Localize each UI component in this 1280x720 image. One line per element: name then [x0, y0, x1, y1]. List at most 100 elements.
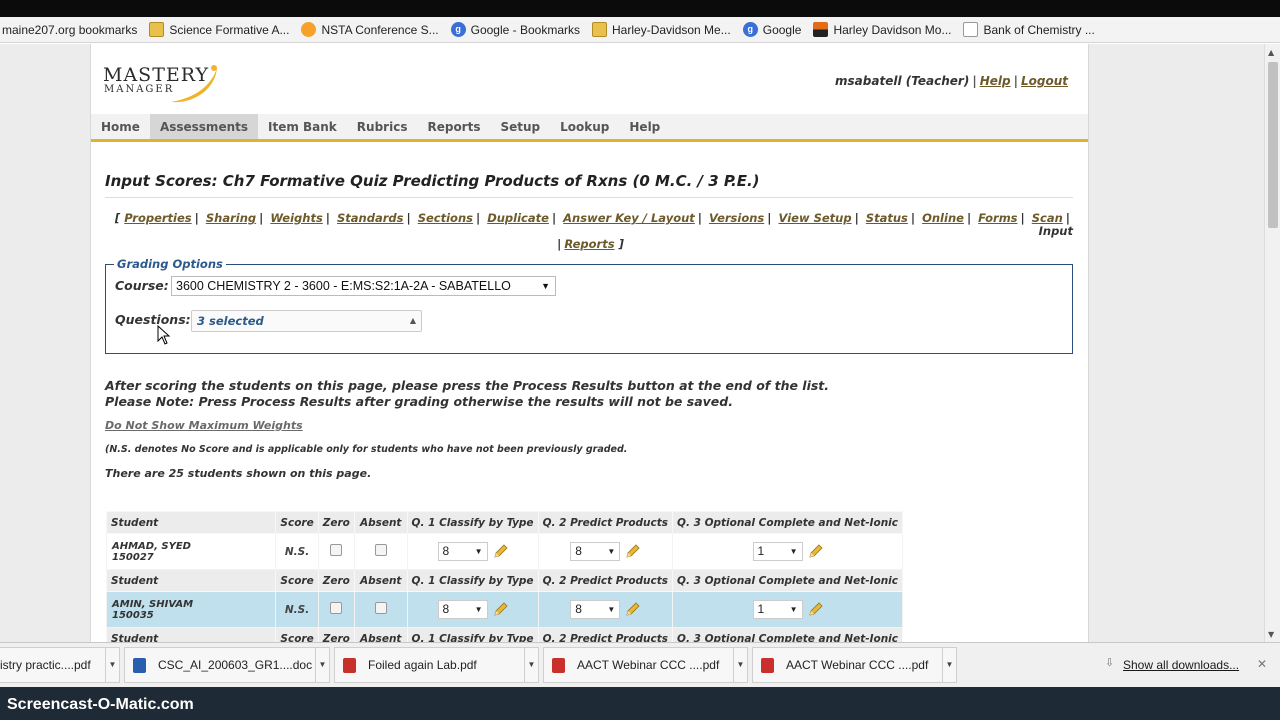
- subnav-versions[interactable]: Versions: [709, 211, 764, 225]
- col-q2: Q. 2 Predict Products: [537, 569, 674, 592]
- q1-score-select[interactable]: 8 ▼: [437, 542, 488, 561]
- download-item[interactable]: AACT Webinar CCC ....pdf ▼: [752, 647, 957, 683]
- scrollbar-thumb[interactable]: [1268, 62, 1278, 228]
- folder-icon: [149, 22, 165, 37]
- course-select[interactable]: 3600 CHEMISTRY 2 - 3600 - E:MS:S2:1A-2A …: [171, 276, 556, 296]
- col-q2: Q. 2 Predict Products: [537, 627, 674, 642]
- logout-link[interactable]: Logout: [1021, 74, 1068, 88]
- download-item[interactable]: Foiled again Lab.pdf ▼: [334, 647, 539, 683]
- col-q1: Q. 1 Classify by Type: [406, 569, 539, 592]
- show-all-downloads-link[interactable]: Show all downloads...: [1123, 658, 1239, 672]
- zero-cell: [317, 533, 355, 570]
- subnav-online[interactable]: Online: [922, 211, 964, 225]
- chevron-down-icon[interactable]: ▼: [524, 648, 538, 682]
- pencil-icon[interactable]: [492, 601, 508, 618]
- nav-lookup[interactable]: Lookup: [550, 114, 619, 139]
- zero-checkbox[interactable]: [330, 602, 343, 614]
- scroll-up-icon[interactable]: ▲: [1268, 48, 1274, 57]
- chevron-down-icon[interactable]: ▼: [315, 648, 329, 682]
- zero-checkbox[interactable]: [330, 544, 343, 556]
- subnav-answer-key[interactable]: Answer Key / Layout: [563, 211, 695, 225]
- questions-multiselect[interactable]: 3 selected ▲: [191, 310, 422, 332]
- pencil-icon[interactable]: [807, 601, 823, 618]
- nav-assessments[interactable]: Assessments: [149, 114, 258, 139]
- max-weights-toggle-link[interactable]: Do Not Show Maximum Weights: [105, 419, 303, 432]
- absent-cell: [353, 591, 408, 628]
- help-link[interactable]: Help: [980, 74, 1011, 88]
- bookmark-item[interactable]: Bank of Chemistry ...: [963, 22, 1095, 37]
- absent-checkbox[interactable]: [374, 602, 387, 614]
- scores-table: Student Score Zero Absent Q. 1 Classify …: [105, 511, 903, 642]
- q2-score-select[interactable]: 8 ▼: [570, 600, 621, 619]
- download-item[interactable]: istry practic....pdf ▼: [0, 647, 120, 683]
- subnav-forms[interactable]: Forms: [978, 211, 1017, 225]
- chevron-down-icon: ▼: [607, 605, 616, 614]
- course-select-value: 3600 CHEMISTRY 2 - 3600 - E:MS:S2:1A-2A …: [176, 279, 511, 293]
- mastery-manager-logo[interactable]: MASTERY MANAGER: [103, 64, 217, 103]
- absent-checkbox[interactable]: [374, 544, 387, 556]
- nav-item-bank[interactable]: Item Bank: [258, 114, 347, 139]
- chevron-down-icon: ▼: [541, 281, 550, 291]
- nav-rubrics[interactable]: Rubrics: [347, 114, 418, 139]
- chevron-down-icon[interactable]: ▼: [942, 648, 956, 682]
- q2-score-select[interactable]: 8 ▼: [570, 542, 621, 561]
- bookmark-label: Google - Bookmarks: [470, 22, 581, 37]
- pencil-icon[interactable]: [807, 543, 823, 560]
- download-label: AACT Webinar CCC ....pdf: [577, 658, 720, 672]
- subnav-sharing[interactable]: Sharing: [206, 211, 256, 225]
- download-label: AACT Webinar CCC ....pdf: [786, 658, 929, 672]
- col-score: Score: [275, 627, 319, 642]
- nav-reports[interactable]: Reports: [417, 114, 490, 139]
- pencil-icon[interactable]: [624, 601, 640, 618]
- bookmark-item[interactable]: NSTA Conference S...: [301, 22, 439, 37]
- bookmark-item[interactable]: g Google: [742, 22, 801, 37]
- q3-score-select[interactable]: 1 ▼: [752, 542, 803, 561]
- q3-score-select[interactable]: 1 ▼: [752, 600, 803, 619]
- q1-score-select[interactable]: 8 ▼: [437, 600, 488, 619]
- student-count: There are 25 students shown on this page…: [105, 467, 372, 480]
- close-icon[interactable]: ✕: [1257, 657, 1267, 671]
- nav-help[interactable]: Help: [619, 114, 670, 139]
- download-item[interactable]: AACT Webinar CCC ....pdf ▼: [543, 647, 748, 683]
- questions-label: Questions:: [115, 312, 191, 327]
- subnav-properties[interactable]: Properties: [124, 211, 191, 225]
- nav-setup[interactable]: Setup: [490, 114, 550, 139]
- q3-score-value: 1: [757, 544, 765, 558]
- vertical-scrollbar[interactable]: ▲ ▼: [1264, 44, 1280, 642]
- absent-cell: [353, 533, 408, 570]
- pencil-icon[interactable]: [492, 543, 508, 560]
- q3-cell: 1 ▼: [672, 533, 903, 570]
- chevron-down-icon[interactable]: ▼: [733, 648, 747, 682]
- q2-cell: 8 ▼: [537, 591, 674, 628]
- bookmark-item[interactable]: Science Formative A...: [149, 22, 289, 37]
- subnav-reports[interactable]: Reports: [564, 237, 614, 251]
- subnav-weights[interactable]: Weights: [270, 211, 322, 225]
- google-icon: g: [742, 22, 758, 37]
- subnav-view-setup[interactable]: View Setup: [779, 211, 852, 225]
- score-cell: N.S.: [275, 533, 319, 570]
- student-id: 150027: [112, 551, 154, 563]
- bracket-close: ]: [618, 237, 624, 251]
- download-item[interactable]: CSC_AI_200603_GR1....doc ▼: [124, 647, 330, 683]
- student-cell: AHMAD, SYED 150027: [105, 533, 277, 570]
- pencil-icon[interactable]: [624, 543, 640, 560]
- subnav-scan[interactable]: Scan: [1032, 211, 1063, 225]
- subnav-sections[interactable]: Sections: [418, 211, 473, 225]
- bookmark-item[interactable]: Harley Davidson Mo...: [813, 22, 951, 37]
- col-student: Student: [105, 569, 277, 592]
- pdf-file-icon: [761, 657, 774, 673]
- chevron-down-icon[interactable]: ▼: [105, 648, 119, 682]
- subnav-duplicate[interactable]: Duplicate: [487, 211, 549, 225]
- user-bar: msabatell (Teacher) | Help | Logout: [835, 74, 1068, 88]
- bookmark-item[interactable]: g Google - Bookmarks: [450, 22, 581, 37]
- nav-home[interactable]: Home: [91, 114, 150, 139]
- page-title: Input Scores: Ch7 Formative Quiz Predict…: [105, 172, 1073, 198]
- subnav-status[interactable]: Status: [866, 211, 908, 225]
- col-q3: Q. 3 Optional Complete and Net-Ionic: [672, 569, 903, 592]
- bookmark-item[interactable]: Harley-Davidson Me...: [592, 22, 731, 37]
- subnav-standards[interactable]: Standards: [337, 211, 403, 225]
- col-zero: Zero: [317, 569, 355, 592]
- bookmark-item[interactable]: maine207.org bookmarks: [2, 23, 137, 37]
- table-row: AMIN, SHIVAM 150035 N.S. 8 ▼ 8 ▼ 1 ▼: [105, 591, 903, 628]
- scroll-down-icon[interactable]: ▼: [1268, 630, 1274, 639]
